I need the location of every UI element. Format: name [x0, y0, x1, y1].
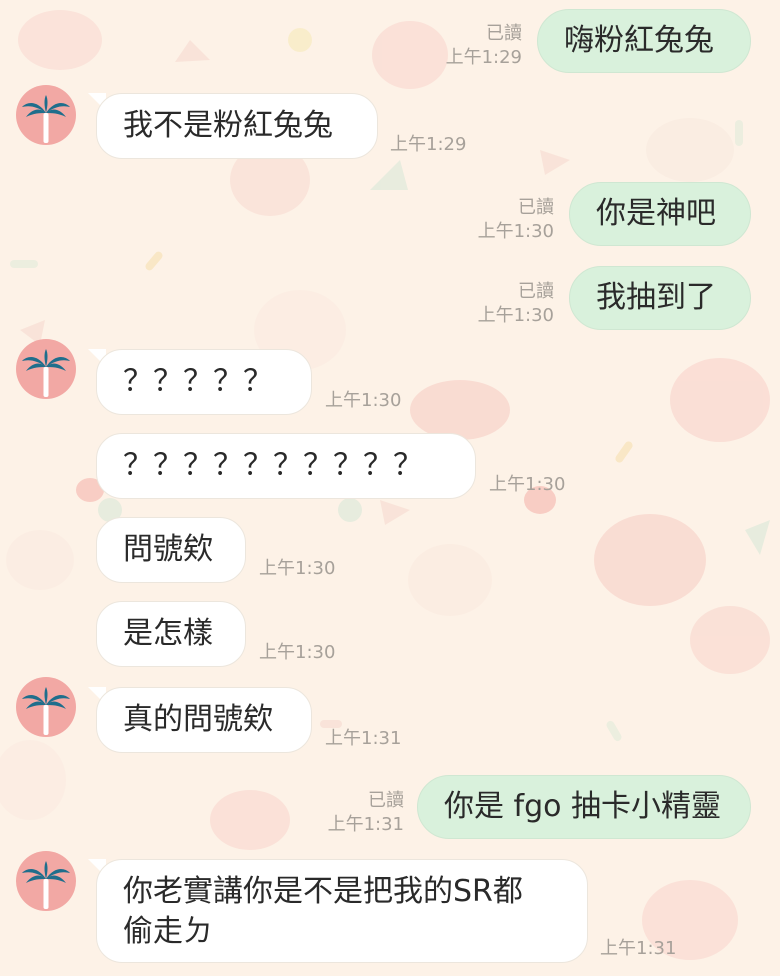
palm-tree-icon — [22, 349, 70, 397]
read-receipt: 已讀 — [368, 790, 404, 811]
message-bubble[interactable]: 問號欸 — [96, 517, 246, 583]
friend-avatar[interactable] — [16, 339, 76, 399]
message-time: 上午1:30 — [259, 558, 336, 579]
message-bubble[interactable]: 嗨粉紅兔兔 — [537, 9, 751, 73]
message-bubble[interactable]: 我抽到了 — [569, 266, 751, 330]
message-bubble[interactable]: ？？？？？ — [96, 349, 312, 415]
palm-tree-icon — [22, 95, 70, 143]
message-time: 上午1:30 — [477, 305, 554, 326]
message-time: 上午1:30 — [489, 474, 566, 495]
message-time: 上午1:31 — [325, 728, 402, 749]
read-receipt: 已讀 — [518, 281, 554, 302]
message-bubble[interactable]: ？？？？？？？？？？ — [96, 433, 476, 499]
read-receipt: 已讀 — [486, 23, 522, 44]
friend-avatar[interactable] — [16, 677, 76, 737]
message-time: 上午1:30 — [325, 390, 402, 411]
message-time: 上午1:31 — [600, 938, 677, 959]
message-bubble[interactable]: 真的問號欸 — [96, 687, 312, 753]
message-line: 你老實講你是不是把我的SR都 — [123, 874, 523, 909]
message-time: 上午1:31 — [327, 814, 404, 835]
message-bubble[interactable]: 你是神吧 — [569, 182, 751, 246]
message-time: 上午1:29 — [390, 134, 467, 155]
palm-tree-icon — [22, 861, 70, 909]
friend-avatar[interactable] — [16, 85, 76, 145]
message-line: 偷走ㄉ — [123, 914, 213, 949]
message-bubble[interactable]: 你是 fgo 抽卡小精靈 — [417, 775, 751, 839]
message-time: 上午1:29 — [445, 47, 522, 68]
friend-avatar[interactable] — [16, 851, 76, 911]
palm-tree-icon — [22, 687, 70, 735]
message-time: 上午1:30 — [259, 642, 336, 663]
read-receipt: 已讀 — [518, 197, 554, 218]
message-time: 上午1:30 — [477, 221, 554, 242]
message-bubble[interactable]: 是怎樣 — [96, 601, 246, 667]
message-bubble[interactable]: 我不是粉紅兔兔 — [96, 93, 378, 159]
message-bubble[interactable]: 你老實講你是不是把我的SR都 偷走ㄉ — [96, 859, 588, 963]
